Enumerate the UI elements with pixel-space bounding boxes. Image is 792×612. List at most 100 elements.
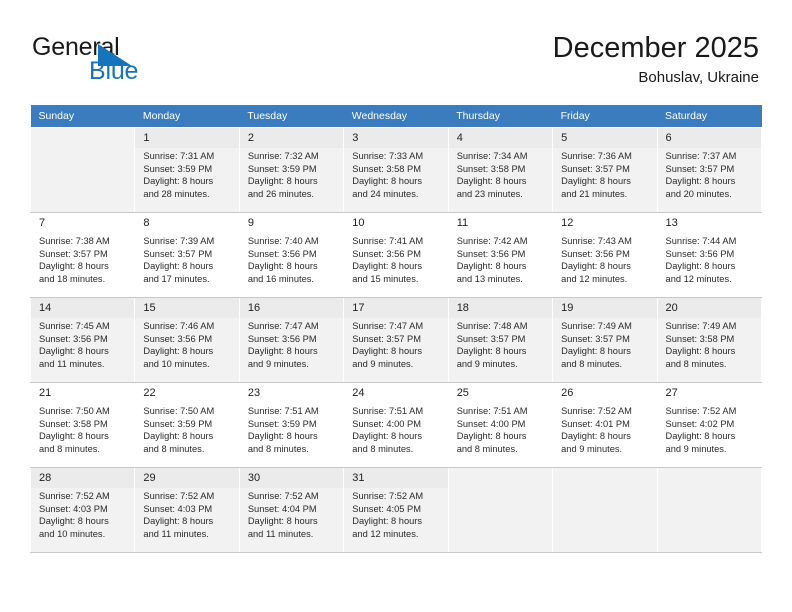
day-sunset-text: Sunset: 3:59 PM [143, 163, 213, 174]
day-daylight1-text: Daylight: 8 hours [352, 431, 423, 442]
brand-logo[interactable]: General Blue [32, 33, 272, 89]
day-number: 20 [657, 298, 761, 318]
day-number: 4 [448, 128, 553, 148]
day-details: Sunrise: 7:52 AM Sunset: 4:02 PM Daylight:… [658, 403, 761, 455]
day-daylight1-text: Daylight: 8 hours [665, 176, 736, 187]
day-daylight1-text: Daylight: 8 hours [247, 346, 318, 357]
calendar-day-cell[interactable]: 19 Sunrise: 7:49 AM Sunset: 3:57 PM Dayligh… [552, 297, 658, 383]
day-daylight2-text: and 28 minutes. [143, 188, 210, 199]
calendar-day-cell[interactable]: 17 Sunrise: 7:47 AM Sunset: 3:57 PM Dayligh… [343, 297, 449, 383]
day-sunrise-text: Sunrise: 7:31 AM [143, 151, 215, 161]
day-daylight1-text: Daylight: 8 hours [39, 261, 109, 272]
day-sunset-text: Sunset: 3:57 PM [143, 248, 213, 259]
day-number: 24 [344, 383, 448, 403]
day-details: Sunrise: 7:44 AM Sunset: 3:56 PM Daylight:… [658, 233, 761, 285]
day-sunset-text: Sunset: 3:56 PM [247, 333, 317, 344]
day-sunset-text: Sunset: 3:58 PM [352, 163, 421, 174]
day-details: Sunrise: 7:32 AM Sunset: 3:59 PM Daylight:… [240, 148, 343, 200]
calendar-day-cell[interactable]: 29 Sunrise: 7:52 AM Sunset: 4:03 PM Dayligh… [134, 467, 240, 553]
calendar-week-row: 14 Sunrise: 7:45 AM Sunset: 3:56 PM Dayligh… [29, 297, 763, 383]
day-sunset-text: Sunset: 4:00 PM [352, 418, 421, 429]
day-daylight2-text: and 24 minutes. [352, 188, 419, 199]
day-number: 11 [448, 213, 553, 233]
calendar-day-cell[interactable]: 24 Sunrise: 7:51 AM Sunset: 4:00 PM Dayligh… [343, 382, 449, 468]
day-details: Sunrise: 7:49 AM Sunset: 3:57 PM Daylight:… [553, 318, 656, 370]
day-daylight1-text: Daylight: 8 hours [143, 431, 214, 442]
day-details: Sunrise: 7:50 AM Sunset: 3:59 PM Daylight:… [135, 403, 238, 455]
day-daylight1-text: Daylight: 8 hours [39, 346, 109, 357]
day-daylight1-text: Daylight: 8 hours [39, 431, 109, 442]
calendar-day-cell[interactable]: 30 Sunrise: 7:52 AM Sunset: 4:04 PM Dayligh… [238, 467, 345, 553]
calendar-day-cell[interactable]: 15 Sunrise: 7:46 AM Sunset: 3:56 PM Dayligh… [134, 297, 240, 383]
day-details: Sunrise: 7:37 AM Sunset: 3:57 PM Daylight:… [658, 148, 761, 200]
calendar-day-cell[interactable]: 2 Sunrise: 7:32 AM Sunset: 3:59 PM Daylight… [238, 127, 345, 213]
calendar-day-cell[interactable]: 27 Sunrise: 7:52 AM Sunset: 4:02 PM Dayligh… [656, 382, 763, 468]
day-sunset-text: Sunset: 3:59 PM [247, 418, 317, 429]
calendar-day-cell[interactable]: 6 Sunrise: 7:37 AM Sunset: 3:57 PM Daylight… [656, 127, 763, 213]
day-daylight1-text: Daylight: 8 hours [143, 261, 214, 272]
day-daylight2-text: and 11 minutes. [143, 528, 209, 539]
calendar-body: 1 Sunrise: 7:31 AM Sunset: 3:59 PM Daylight… [29, 127, 763, 553]
day-details: Sunrise: 7:47 AM Sunset: 3:56 PM Daylight:… [240, 318, 343, 370]
day-sunrise-text: Sunrise: 7:50 AM [39, 406, 110, 416]
calendar-day-cell[interactable]: 28 Sunrise: 7:52 AM Sunset: 4:03 PM Dayligh… [29, 467, 136, 553]
calendar-day-cell[interactable]: 14 Sunrise: 7:45 AM Sunset: 3:56 PM Dayligh… [29, 297, 136, 383]
day-daylight2-text: and 12 minutes. [561, 273, 628, 284]
day-sunset-text: Sunset: 3:57 PM [352, 333, 421, 344]
page-header: General Blue December 2025 Bohuslav, Ukr… [0, 0, 792, 104]
day-daylight2-text: and 9 minutes. [247, 358, 309, 369]
day-daylight2-text: and 8 minutes. [247, 443, 309, 454]
calendar-day-cell[interactable]: 10 Sunrise: 7:41 AM Sunset: 3:56 PM Dayligh… [343, 212, 449, 298]
day-sunrise-text: Sunrise: 7:45 AM [39, 321, 110, 331]
day-sunrise-text: Sunrise: 7:52 AM [665, 406, 737, 416]
calendar-day-cell[interactable]: 4 Sunrise: 7:34 AM Sunset: 3:58 PM Daylight… [447, 127, 554, 213]
day-sunrise-text: Sunrise: 7:52 AM [143, 491, 215, 501]
calendar-day-cell[interactable]: 8 Sunrise: 7:39 AM Sunset: 3:57 PM Daylight… [134, 212, 240, 298]
calendar-day-cell[interactable]: 16 Sunrise: 7:47 AM Sunset: 3:56 PM Dayligh… [238, 297, 345, 383]
day-number: 30 [239, 468, 344, 488]
calendar-day-cell[interactable]: 22 Sunrise: 7:50 AM Sunset: 3:59 PM Dayligh… [134, 382, 240, 468]
day-daylight1-text: Daylight: 8 hours [247, 516, 318, 527]
day-sunrise-text: Sunrise: 7:51 AM [352, 406, 424, 416]
day-sunrise-text: Sunrise: 7:33 AM [352, 151, 424, 161]
day-sunrise-text: Sunrise: 7:49 AM [561, 321, 632, 331]
calendar-day-cell[interactable]: 7 Sunrise: 7:38 AM Sunset: 3:57 PM Daylight… [29, 212, 136, 298]
day-daylight2-text: and 9 minutes. [561, 443, 623, 454]
calendar-day-cell[interactable]: 1 Sunrise: 7:31 AM Sunset: 3:59 PM Daylight… [134, 127, 240, 213]
day-number: 6 [657, 128, 761, 148]
calendar-day-cell[interactable]: 26 Sunrise: 7:52 AM Sunset: 4:01 PM Dayligh… [552, 382, 658, 468]
day-daylight1-text: Daylight: 8 hours [561, 431, 631, 442]
calendar-day-cell[interactable]: 11 Sunrise: 7:42 AM Sunset: 3:56 PM Dayligh… [447, 212, 554, 298]
day-daylight2-text: and 12 minutes. [665, 273, 732, 284]
day-sunrise-text: Sunrise: 7:51 AM [247, 406, 319, 416]
day-sunset-text: Sunset: 4:01 PM [561, 418, 630, 429]
day-sunset-text: Sunset: 4:02 PM [665, 418, 735, 429]
day-sunrise-text: Sunrise: 7:49 AM [665, 321, 737, 331]
day-sunset-text: Sunset: 4:03 PM [143, 503, 213, 514]
calendar-day-cell[interactable]: 12 Sunrise: 7:43 AM Sunset: 3:56 PM Dayligh… [552, 212, 658, 298]
calendar-day-cell[interactable]: 18 Sunrise: 7:48 AM Sunset: 3:57 PM Dayligh… [447, 297, 554, 383]
calendar-day-cell[interactable]: 23 Sunrise: 7:51 AM Sunset: 3:59 PM Dayligh… [238, 382, 345, 468]
day-daylight1-text: Daylight: 8 hours [561, 176, 631, 187]
day-sunset-text: Sunset: 3:57 PM [561, 163, 630, 174]
day-sunset-text: Sunset: 3:57 PM [39, 248, 108, 259]
day-daylight2-text: and 17 minutes. [143, 273, 210, 284]
day-daylight2-text: and 9 minutes. [665, 443, 727, 454]
day-number: 8 [135, 213, 239, 233]
day-daylight2-text: and 10 minutes. [39, 528, 106, 539]
day-daylight2-text: and 11 minutes. [247, 528, 314, 539]
day-number: 25 [448, 383, 553, 403]
calendar-day-cell[interactable]: 3 Sunrise: 7:33 AM Sunset: 3:58 PM Daylight… [343, 127, 449, 213]
calendar-day-cell[interactable]: 5 Sunrise: 7:36 AM Sunset: 3:57 PM Daylight… [552, 127, 658, 213]
calendar-day-cell[interactable]: 21 Sunrise: 7:50 AM Sunset: 3:58 PM Dayligh… [29, 382, 136, 468]
day-details: Sunrise: 7:41 AM Sunset: 3:56 PM Daylight:… [344, 233, 447, 285]
day-details: Sunrise: 7:51 AM Sunset: 3:59 PM Daylight:… [240, 403, 343, 455]
calendar-day-cell[interactable]: 9 Sunrise: 7:40 AM Sunset: 3:56 PM Daylight… [238, 212, 345, 298]
calendar-day-cell[interactable]: 13 Sunrise: 7:44 AM Sunset: 3:56 PM Dayligh… [656, 212, 763, 298]
calendar-day-cell[interactable]: 31 Sunrise: 7:52 AM Sunset: 4:05 PM Dayligh… [343, 467, 449, 553]
day-sunrise-text: Sunrise: 7:52 AM [561, 406, 632, 416]
day-sunset-text: Sunset: 3:56 PM [247, 248, 317, 259]
day-details: Sunrise: 7:49 AM Sunset: 3:58 PM Daylight:… [658, 318, 761, 370]
calendar-day-cell[interactable]: 25 Sunrise: 7:51 AM Sunset: 4:00 PM Dayligh… [447, 382, 554, 468]
calendar-day-cell[interactable]: 20 Sunrise: 7:49 AM Sunset: 3:58 PM Dayligh… [656, 297, 763, 383]
